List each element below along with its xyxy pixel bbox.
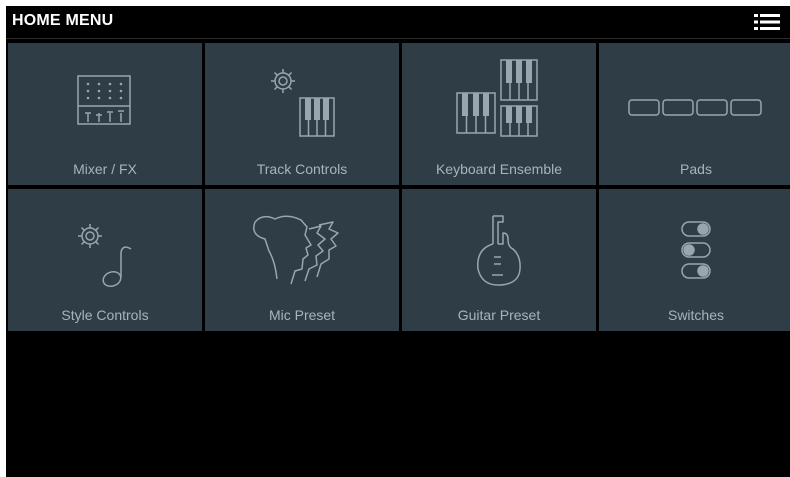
tile-guitar-preset[interactable]: Guitar Preset	[402, 189, 596, 331]
tile-keyboard-ensemble[interactable]: Keyboard Ensemble	[402, 43, 596, 185]
keyboards-icon	[456, 59, 538, 137]
gear-music-note-icon	[78, 224, 132, 288]
gear-keyboard-icon	[271, 69, 335, 137]
tile-label: Mic Preset	[268, 307, 336, 323]
tile-label: Track Controls	[256, 161, 348, 177]
tile-label: Guitar Preset	[457, 307, 541, 323]
pads-icon	[628, 99, 762, 116]
home-menu-grid: Mixer / FX Track Controls Keyboard Ensem…	[8, 43, 790, 333]
header-bar: HOME MENU	[6, 6, 790, 39]
tile-pads[interactable]: Pads	[599, 43, 790, 185]
tile-mic-preset[interactable]: Mic Preset	[205, 189, 399, 331]
tile-track-controls[interactable]: Track Controls	[205, 43, 399, 185]
tile-label: Pads	[680, 161, 712, 177]
tile-mixer-fx[interactable]: Mixer / FX	[8, 43, 202, 185]
page-title: HOME MENU	[12, 12, 114, 29]
menu-button[interactable]	[752, 10, 782, 34]
switches-icon	[681, 221, 711, 279]
faces-profile-icon	[253, 215, 339, 285]
home-screen: HOME MENU Mixer / FX Track Controls Keyb…	[6, 6, 790, 477]
guitar-icon	[477, 215, 521, 286]
tile-label: Switches	[667, 307, 725, 323]
tile-label: Keyboard Ensemble	[435, 161, 563, 177]
tile-label: Style Controls	[61, 307, 149, 323]
mixer-icon	[77, 75, 131, 125]
tile-label: Mixer / FX	[73, 161, 137, 177]
tile-switches[interactable]: Switches	[599, 189, 790, 331]
hamburger-list-icon	[754, 14, 780, 30]
tile-style-controls[interactable]: Style Controls	[8, 189, 202, 331]
